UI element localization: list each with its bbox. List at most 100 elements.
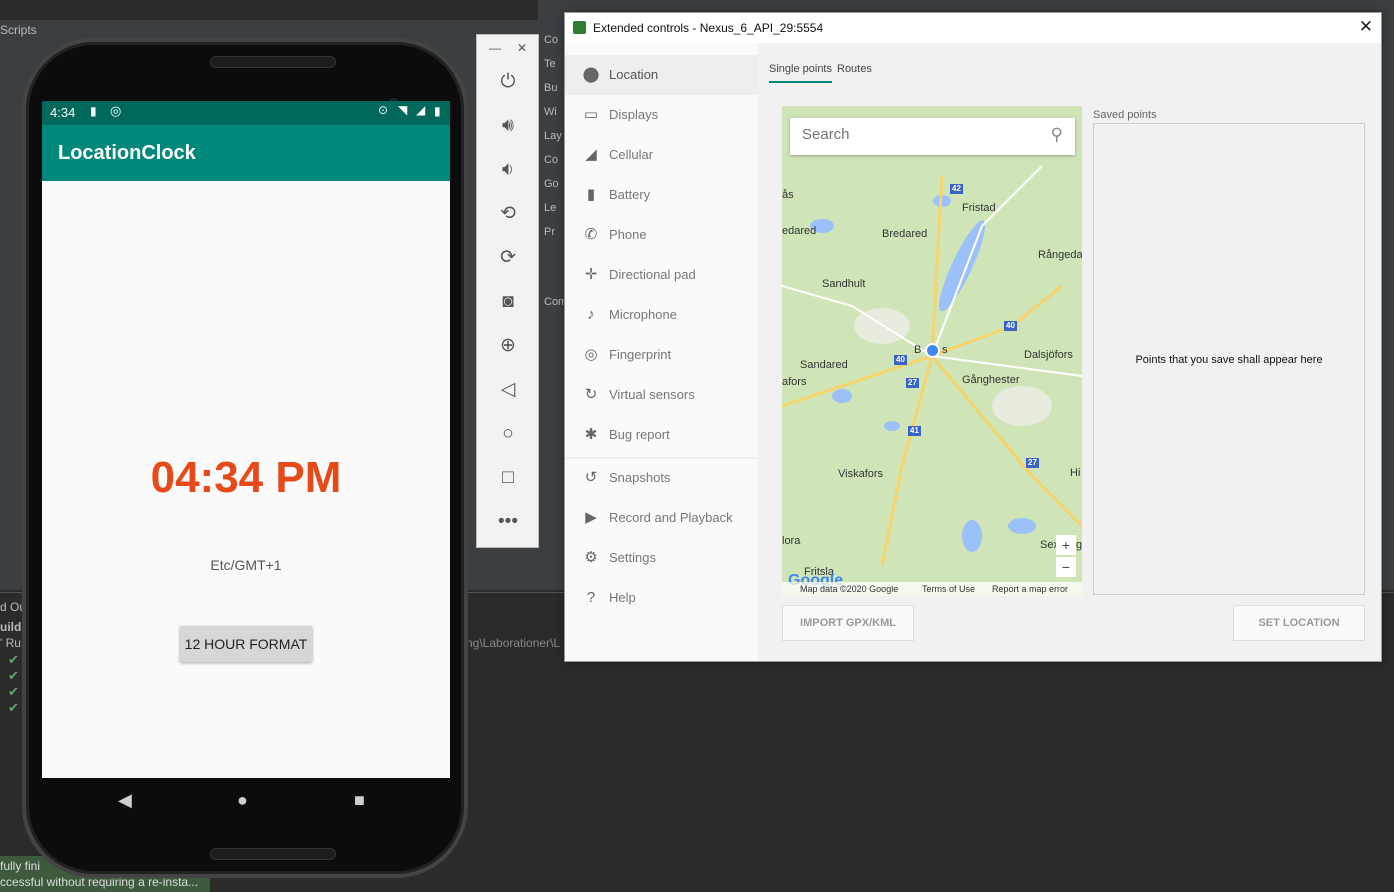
wifi-icon: ◥	[398, 103, 408, 117]
nav-item-location[interactable]: ⬤ Location	[565, 55, 758, 95]
nav-item-microphone[interactable]: ♪ Microphone	[565, 295, 758, 335]
emulator-toolbar: — ✕ ⏻ 🔊︎ 🔉︎ ⟲ ⟳ ◙ ⊕ ◁ ○ □ •••	[476, 34, 539, 548]
zoom-icon[interactable]: ⊕	[495, 333, 521, 359]
ide-panel-item[interactable]: Wi	[544, 106, 557, 118]
nav-item-settings[interactable]: ⚙ Settings	[565, 538, 758, 578]
sensors-icon: ↻	[584, 386, 598, 403]
saved-points-list[interactable]: Points that you save shall appear here	[1093, 123, 1365, 595]
ide-panel-item[interactable]: Te	[544, 58, 556, 70]
rotate-left-icon[interactable]: ⟲	[495, 201, 521, 227]
nav-item-virtual-sensors[interactable]: ↻ Virtual sensors	[565, 375, 758, 415]
home-nav-icon[interactable]: ●	[237, 790, 248, 811]
ide-panel-item[interactable]: Co	[544, 154, 558, 166]
ide-panel-item[interactable]: Lay	[544, 130, 562, 142]
road-badge: 27	[1026, 458, 1039, 468]
sync-icon: ◎	[110, 103, 122, 118]
map-label: Viskafors	[838, 468, 884, 480]
close-icon[interactable]: ✕	[1359, 17, 1373, 37]
nav-label: Phone	[609, 227, 647, 242]
set-location-button[interactable]: SET LOCATION	[1233, 605, 1365, 641]
phone-screen[interactable]: 4:34 ▮ ◎ ⊙ ◥ ◢ ▮ LocationClock 04:34 PM …	[42, 101, 450, 778]
signal-icon: ◢	[585, 146, 597, 163]
back-nav-icon[interactable]: ◀	[118, 790, 132, 811]
import-gpx-button[interactable]: IMPORT GPX/KML	[782, 605, 914, 641]
map-label: Fristad	[962, 202, 996, 214]
map-label: ås	[782, 189, 794, 201]
nav-label: Virtual sensors	[609, 387, 695, 402]
close-icon[interactable]: ✕	[517, 41, 527, 55]
home-icon[interactable]: ○	[495, 421, 521, 447]
map-label: edared	[782, 225, 817, 237]
zoom-in-icon[interactable]: +	[1056, 535, 1076, 555]
nav-item-help[interactable]: ? Help	[565, 578, 758, 618]
tab-single-points[interactable]: Single points	[769, 63, 832, 83]
minimize-icon[interactable]: —	[489, 41, 501, 55]
recents-nav-icon[interactable]: ■	[354, 790, 365, 811]
more-icon[interactable]: •••	[495, 509, 521, 535]
nav-item-snapshots[interactable]: ↺ Snapshots	[565, 458, 758, 498]
map-search[interactable]: ⚲	[790, 118, 1075, 155]
phone-nav-bar: ◀ ● ■	[42, 778, 450, 826]
map-label: Hi	[1070, 467, 1081, 479]
road-badge: 41	[908, 426, 921, 436]
ide-panel-item[interactable]: Bu	[544, 82, 557, 94]
gear-icon: ⚙	[584, 549, 598, 566]
map-label: Gånghester	[962, 374, 1020, 386]
map-data-text: Map data ©2020 Google	[800, 584, 899, 594]
window-title: Extended controls - Nexus_6_API_29:5554	[593, 21, 824, 35]
map-label: B	[914, 344, 922, 356]
ide-panel-item[interactable]: Pr	[544, 226, 555, 238]
status-time: 4:34	[50, 105, 76, 120]
tab-routes[interactable]: Routes	[837, 63, 872, 75]
overview-icon[interactable]: □	[495, 465, 521, 491]
map-label: Bredared	[882, 228, 928, 240]
nav-item-displays[interactable]: ▭ Displays	[565, 95, 758, 135]
dpad-icon: ✛	[584, 266, 598, 283]
ide-panel-item[interactable]: Co	[544, 34, 558, 46]
map-label: Rångeda	[1038, 249, 1082, 261]
map-label: s	[942, 344, 948, 356]
nav-label: Help	[609, 590, 636, 605]
nav-label: Cellular	[609, 147, 654, 162]
map-label: Sandhult	[822, 278, 866, 290]
nav-item-battery[interactable]: ▮ Battery	[565, 175, 758, 215]
rotate-right-icon[interactable]: ⟳	[495, 245, 521, 271]
camera-icon[interactable]: ◙	[495, 289, 521, 315]
ide-build-label: ' Ru	[0, 636, 21, 650]
search-input[interactable]	[802, 126, 1022, 143]
nav-item-phone[interactable]: ✆ Phone	[565, 215, 758, 255]
nav-item-bug-report[interactable]: ✱ Bug report	[565, 415, 758, 455]
road-badge: 40	[1004, 321, 1017, 331]
back-icon[interactable]: ◁	[495, 377, 521, 403]
volume-up-icon[interactable]: 🔊︎	[495, 113, 521, 139]
map-view[interactable]: ⚲ ås Fristad edared Bredared Rångeda San…	[782, 106, 1082, 596]
emulator-app-icon	[573, 21, 586, 34]
road-badge: 40	[894, 355, 907, 365]
battery-status-icon: ▮	[434, 104, 441, 118]
map-label: lora	[782, 535, 801, 547]
report-link[interactable]: Report a map error	[992, 584, 1068, 594]
map-label: Dalsjöfors	[1024, 349, 1073, 361]
ide-path-text: ng\Laborationer\L	[466, 636, 561, 650]
fingerprint-icon: ◎	[584, 346, 598, 363]
volume-down-icon[interactable]: 🔉︎	[495, 157, 521, 183]
nav-item-record-playback[interactable]: ▶ Record and Playback	[565, 498, 758, 538]
search-icon[interactable]: ⚲	[1051, 125, 1063, 145]
hour-format-button[interactable]: 12 HOUR FORMAT	[180, 626, 312, 662]
zoom-out-icon[interactable]: −	[1056, 557, 1076, 577]
ide-panel-item[interactable]: Go	[544, 178, 559, 190]
nav-item-cellular[interactable]: ◢ Cellular	[565, 135, 758, 175]
clock-display: 04:34 PM	[150, 453, 342, 502]
check-icon: ✔	[8, 668, 19, 683]
check-icon: ✔	[8, 700, 19, 715]
power-icon[interactable]: ⏻	[495, 69, 521, 95]
nav-item-directional-pad[interactable]: ✛ Directional pad	[565, 255, 758, 295]
saved-points-label: Saved points	[1093, 109, 1157, 121]
phone-icon: ✆	[584, 226, 598, 243]
terms-link[interactable]: Terms of Use	[922, 584, 975, 594]
location-marker[interactable]	[925, 343, 940, 358]
timezone-label: Etc/GMT+1	[210, 557, 282, 573]
nav-item-fingerprint[interactable]: ◎ Fingerprint	[565, 335, 758, 375]
ide-panel-item[interactable]: Le	[544, 202, 556, 214]
sd-card-icon: ▮	[90, 104, 97, 118]
